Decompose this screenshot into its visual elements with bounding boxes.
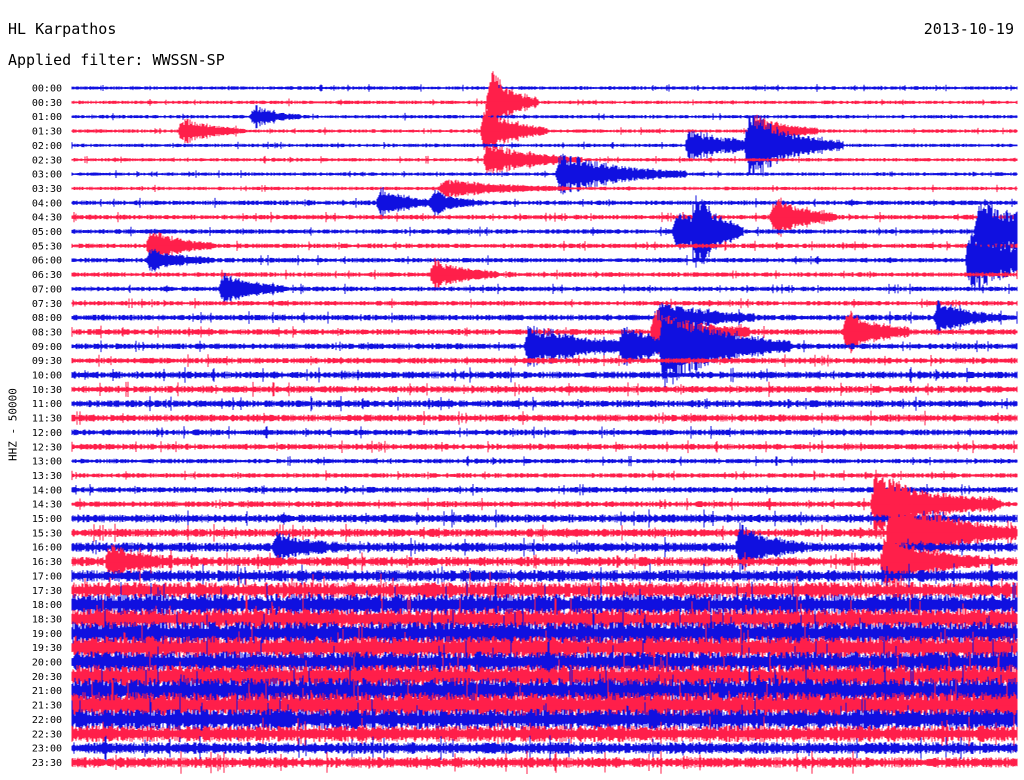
time-label: 11:30	[32, 414, 62, 425]
time-label: 20:30	[32, 672, 62, 683]
time-label: 12:00	[32, 428, 62, 439]
time-label: 06:30	[32, 270, 62, 281]
time-label: 07:00	[32, 284, 62, 295]
time-label: 16:00	[32, 543, 62, 554]
time-label: 21:30	[32, 701, 62, 712]
time-label: 03:00	[32, 170, 62, 181]
time-label: 09:00	[32, 342, 62, 353]
time-label: 00:30	[32, 98, 62, 109]
time-label: 15:30	[32, 528, 62, 539]
time-labels: 00:00 00:30 01:00 01:30 02:00 02:30 03:00 03:30…	[32, 84, 62, 769]
time-label: 20:00	[32, 658, 62, 669]
time-label: 00:00	[32, 84, 62, 95]
time-label: 05:30	[32, 241, 62, 252]
traces	[71, 71, 1018, 774]
time-label: 21:00	[32, 686, 62, 697]
time-label: 10:30	[32, 385, 62, 396]
time-label: 18:30	[32, 614, 62, 625]
time-label: 01:00	[32, 112, 62, 123]
time-label: 18:00	[32, 600, 62, 611]
time-label: 11:00	[32, 399, 62, 410]
time-label: 05:00	[32, 227, 62, 238]
time-label: 01:30	[32, 127, 62, 138]
time-label: 02:30	[32, 155, 62, 166]
time-label: 09:30	[32, 356, 62, 367]
time-label: 15:00	[32, 514, 62, 525]
time-label: 07:30	[32, 299, 62, 310]
time-label: 04:30	[32, 213, 62, 224]
time-label: 17:30	[32, 586, 62, 597]
time-label: 23:00	[32, 744, 62, 755]
time-label: 04:00	[32, 198, 62, 209]
time-label: 17:00	[32, 571, 62, 582]
time-label: 16:30	[32, 557, 62, 568]
time-label: 14:00	[32, 485, 62, 496]
time-label: 22:00	[32, 715, 62, 726]
time-label: 12:30	[32, 442, 62, 453]
time-label: 03:30	[32, 184, 62, 195]
time-label: 08:00	[32, 313, 62, 324]
time-label: 10:00	[32, 371, 62, 382]
time-label: 19:00	[32, 629, 62, 640]
time-label: 14:30	[32, 500, 62, 511]
time-label: 02:00	[32, 141, 62, 152]
time-label: 22:30	[32, 729, 62, 740]
time-label: 06:00	[32, 256, 62, 267]
seismogram-plot: 00:00 00:30 01:00 01:30 02:00 02:30 03:00 03:30…	[32, 71, 1018, 774]
time-label: 23:30	[32, 758, 62, 769]
time-label: 13:00	[32, 457, 62, 468]
time-label: 19:30	[32, 643, 62, 654]
time-label: 13:30	[32, 471, 62, 482]
time-label: 08:30	[32, 327, 62, 338]
